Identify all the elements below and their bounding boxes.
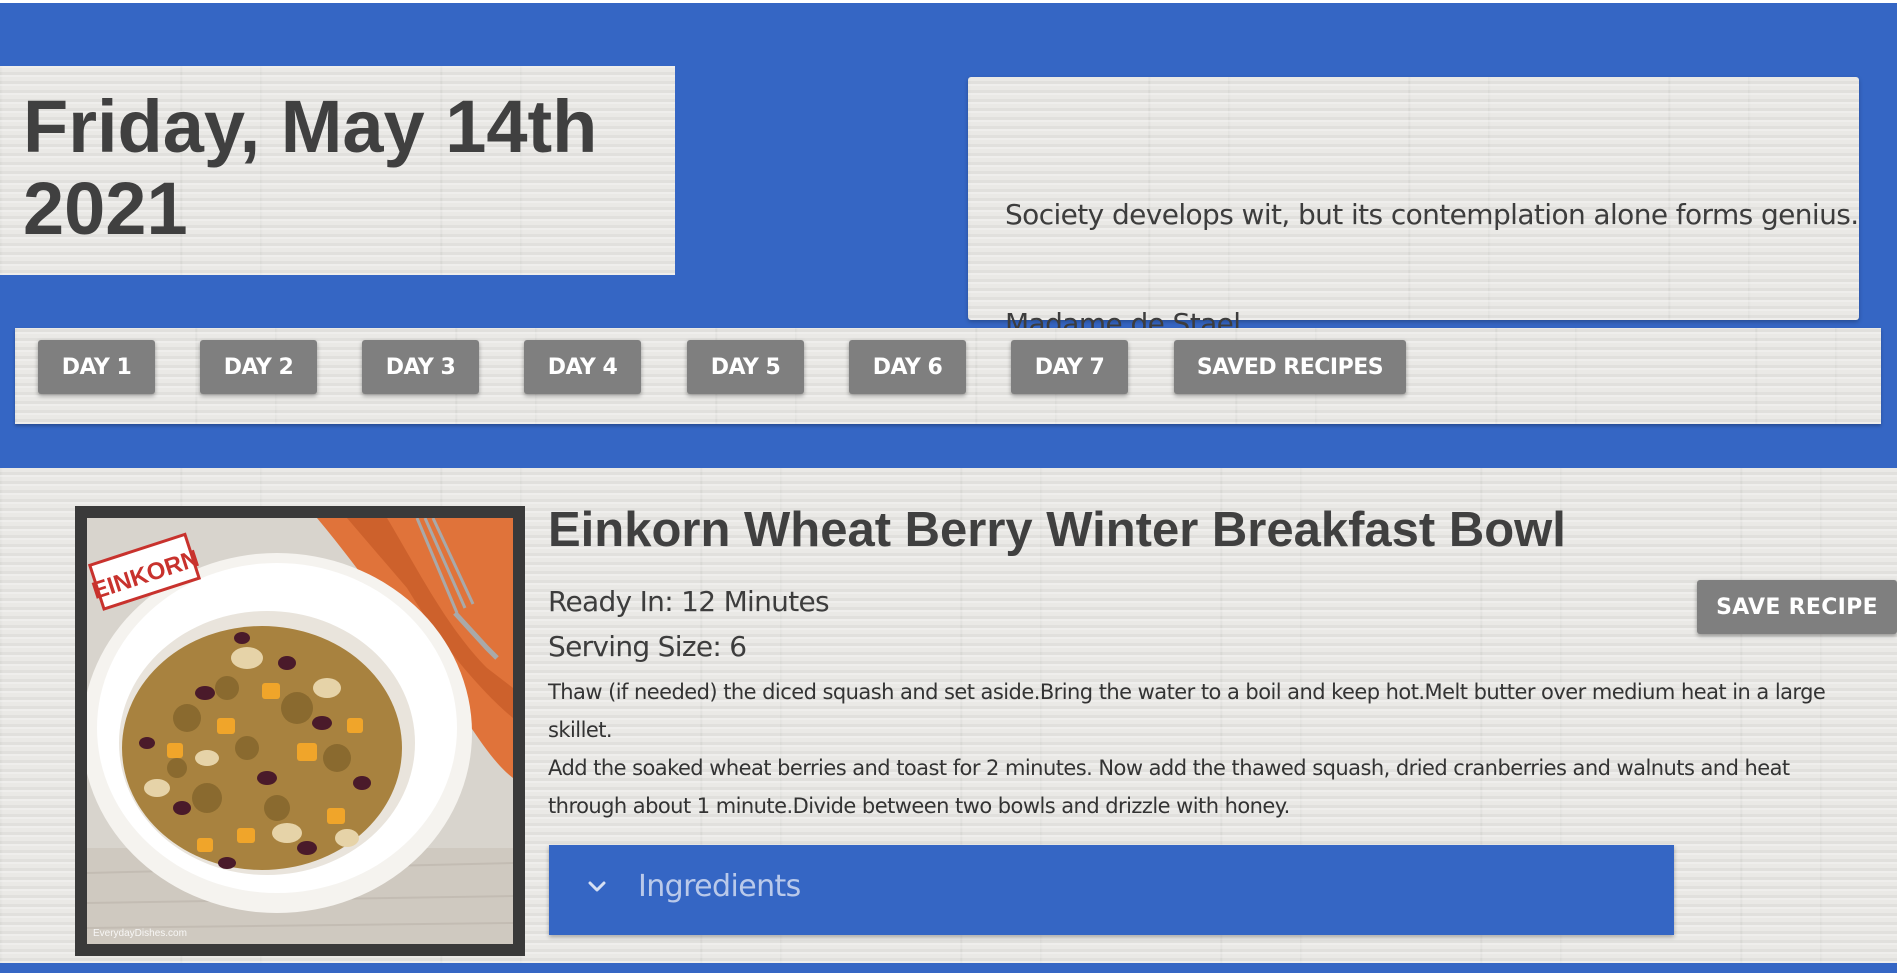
chevron-down-icon (588, 881, 606, 892)
saved-recipes-button[interactable]: SAVED RECIPES (1174, 340, 1406, 394)
quote-text: Society develops wit, but its contemplat… (1005, 198, 1859, 231)
save-recipe-button[interactable]: SAVE RECIPE (1697, 580, 1897, 634)
quote-panel: Society develops wit, but its contemplat… (968, 77, 1859, 340)
day-2-button[interactable]: DAY 2 (200, 340, 317, 394)
day-3-button[interactable]: DAY 3 (362, 340, 479, 394)
day-5-button[interactable]: DAY 5 (687, 340, 804, 394)
recipe-title: Einkorn Wheat Berry Winter Breakfast Bow… (548, 503, 1566, 557)
date-line-2: 2021 (23, 167, 188, 250)
serving-size: Serving Size: 6 (548, 630, 747, 663)
recipe-image-frame: EINKORN EverydayDishes.com (75, 506, 525, 956)
bottom-edge (0, 963, 1897, 973)
day-nav: DAY 1 DAY 2 DAY 3 DAY 4 DAY 5 DAY 6 DAY … (15, 328, 1881, 424)
ingredients-accordion[interactable]: Ingredients (549, 845, 1674, 935)
day-1-button[interactable]: DAY 1 (38, 340, 155, 394)
top-edge (0, 0, 1897, 3)
day-7-button[interactable]: DAY 7 (1011, 340, 1128, 394)
instruction-paragraph-2: Add the soaked wheat berries and toast f… (548, 756, 1790, 818)
day-6-button[interactable]: DAY 6 (849, 340, 966, 394)
date-panel: Friday, May 14th 2021 (0, 66, 675, 275)
current-date: Friday, May 14th 2021 (23, 86, 675, 250)
recipe-instructions: Thaw (if needed) the diced squash and se… (548, 673, 1868, 825)
recipe-image: EINKORN EverydayDishes.com (87, 518, 513, 944)
date-line-1: Friday, May 14th (23, 85, 598, 168)
day-4-button[interactable]: DAY 4 (524, 340, 641, 394)
image-watermark: EverydayDishes.com (93, 928, 187, 939)
ingredients-label: Ingredients (638, 869, 801, 904)
ready-in: Ready In: 12 Minutes (548, 585, 830, 618)
instruction-paragraph-1: Thaw (if needed) the diced squash and se… (548, 680, 1826, 742)
